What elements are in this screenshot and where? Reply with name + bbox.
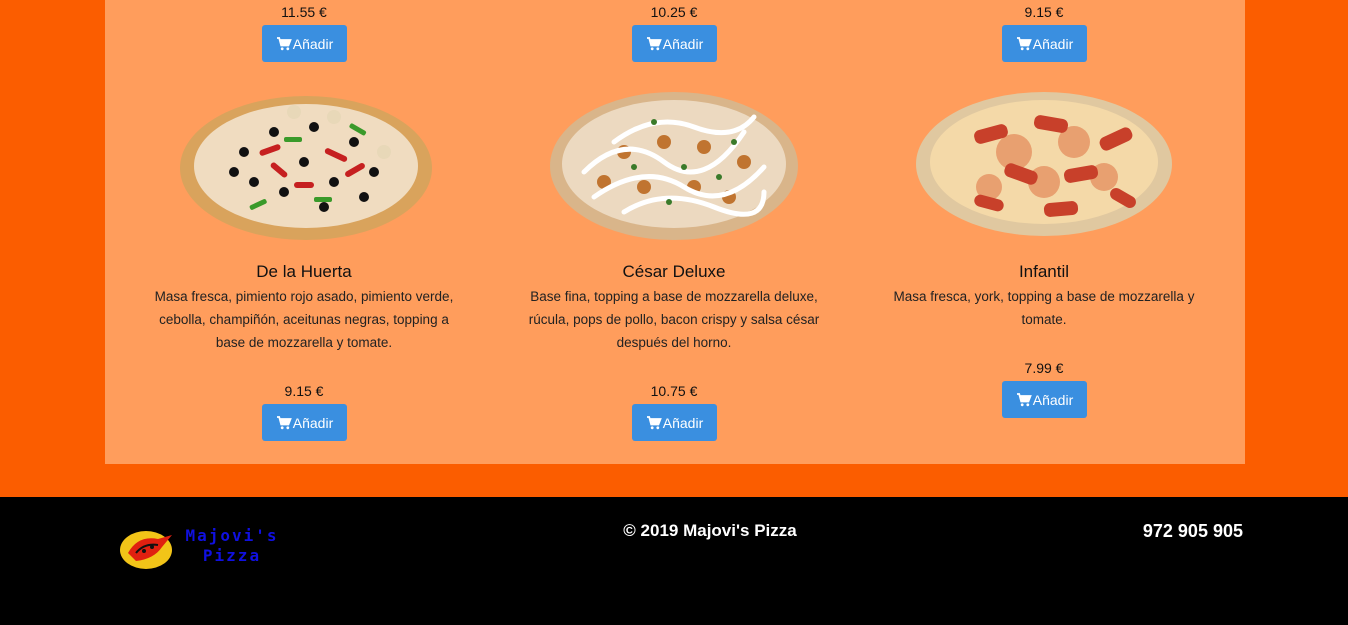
cart-icon	[276, 36, 292, 50]
pizza-description: Masa fresca, pimiento rojo asado, pimien…	[154, 289, 454, 350]
pizza-name: César Deluxe	[622, 262, 726, 281]
logo[interactable]: Majovi's Pizza	[118, 525, 288, 575]
cart-icon	[1016, 36, 1032, 50]
add-button-label: Añadir	[662, 35, 704, 52]
logo-text-line2: Pizza	[202, 546, 262, 565]
phone-number[interactable]: 972 905 905	[1143, 521, 1243, 542]
add-button-prev-2[interactable]: Añadir	[632, 25, 717, 62]
add-button-label: Añadir	[292, 35, 334, 52]
add-button-infantil[interactable]: Añadir	[1002, 381, 1087, 418]
add-button-label: Añadir	[292, 414, 334, 431]
pizza-name: De la Huerta	[256, 262, 352, 281]
price-prev-2: 10.25 €	[650, 4, 698, 20]
footer: Majovi's Pizza © 2019 Majovi's Pizza 972…	[0, 497, 1348, 625]
copyright: © 2019 Majovi's Pizza	[623, 521, 797, 540]
add-button-prev-3[interactable]: Añadir	[1002, 25, 1087, 62]
cart-icon	[646, 36, 662, 50]
cart-icon	[646, 415, 662, 429]
add-button-label: Añadir	[662, 414, 704, 431]
pizza-logo-icon	[120, 531, 172, 569]
add-button-de-la-huerta[interactable]: Añadir	[262, 404, 347, 441]
add-button-label: Añadir	[1032, 391, 1074, 408]
pizza-card-de-la-huerta: De la Huerta Masa fresca, pimiento rojo …	[144, 72, 464, 354]
pizza-description: Base fina, topping a base de mozzarella …	[528, 289, 820, 350]
logo-text: Majovi's Pizza	[182, 526, 282, 566]
cart-icon	[276, 415, 292, 429]
price-prev-1: 11.55 €	[281, 4, 327, 20]
pizza-price: 10.75 €	[650, 383, 698, 399]
add-button-label: Añadir	[1032, 35, 1074, 52]
add-button-cesar-deluxe[interactable]: Añadir	[632, 404, 717, 441]
pizza-image	[550, 92, 798, 240]
pizza-card-infantil: Infantil Masa fresca, york, topping a ba…	[884, 72, 1204, 331]
logo-text-line1: Majovi's	[185, 526, 279, 545]
add-button-prev-1[interactable]: Añadir	[262, 25, 347, 62]
price-prev-3: 9.15 €	[1024, 4, 1064, 20]
cart-icon	[1016, 392, 1032, 406]
pizza-name: Infantil	[1018, 262, 1070, 281]
pizza-image	[916, 92, 1172, 236]
pizza-card-cesar-deluxe: César Deluxe Base fina, topping a base d…	[514, 72, 834, 354]
pizza-price: 9.15 €	[284, 383, 324, 399]
pizza-description: Masa fresca, york, topping a base de moz…	[893, 289, 1195, 327]
pizza-image	[180, 96, 432, 240]
pizza-price: 7.99 €	[1024, 360, 1064, 376]
